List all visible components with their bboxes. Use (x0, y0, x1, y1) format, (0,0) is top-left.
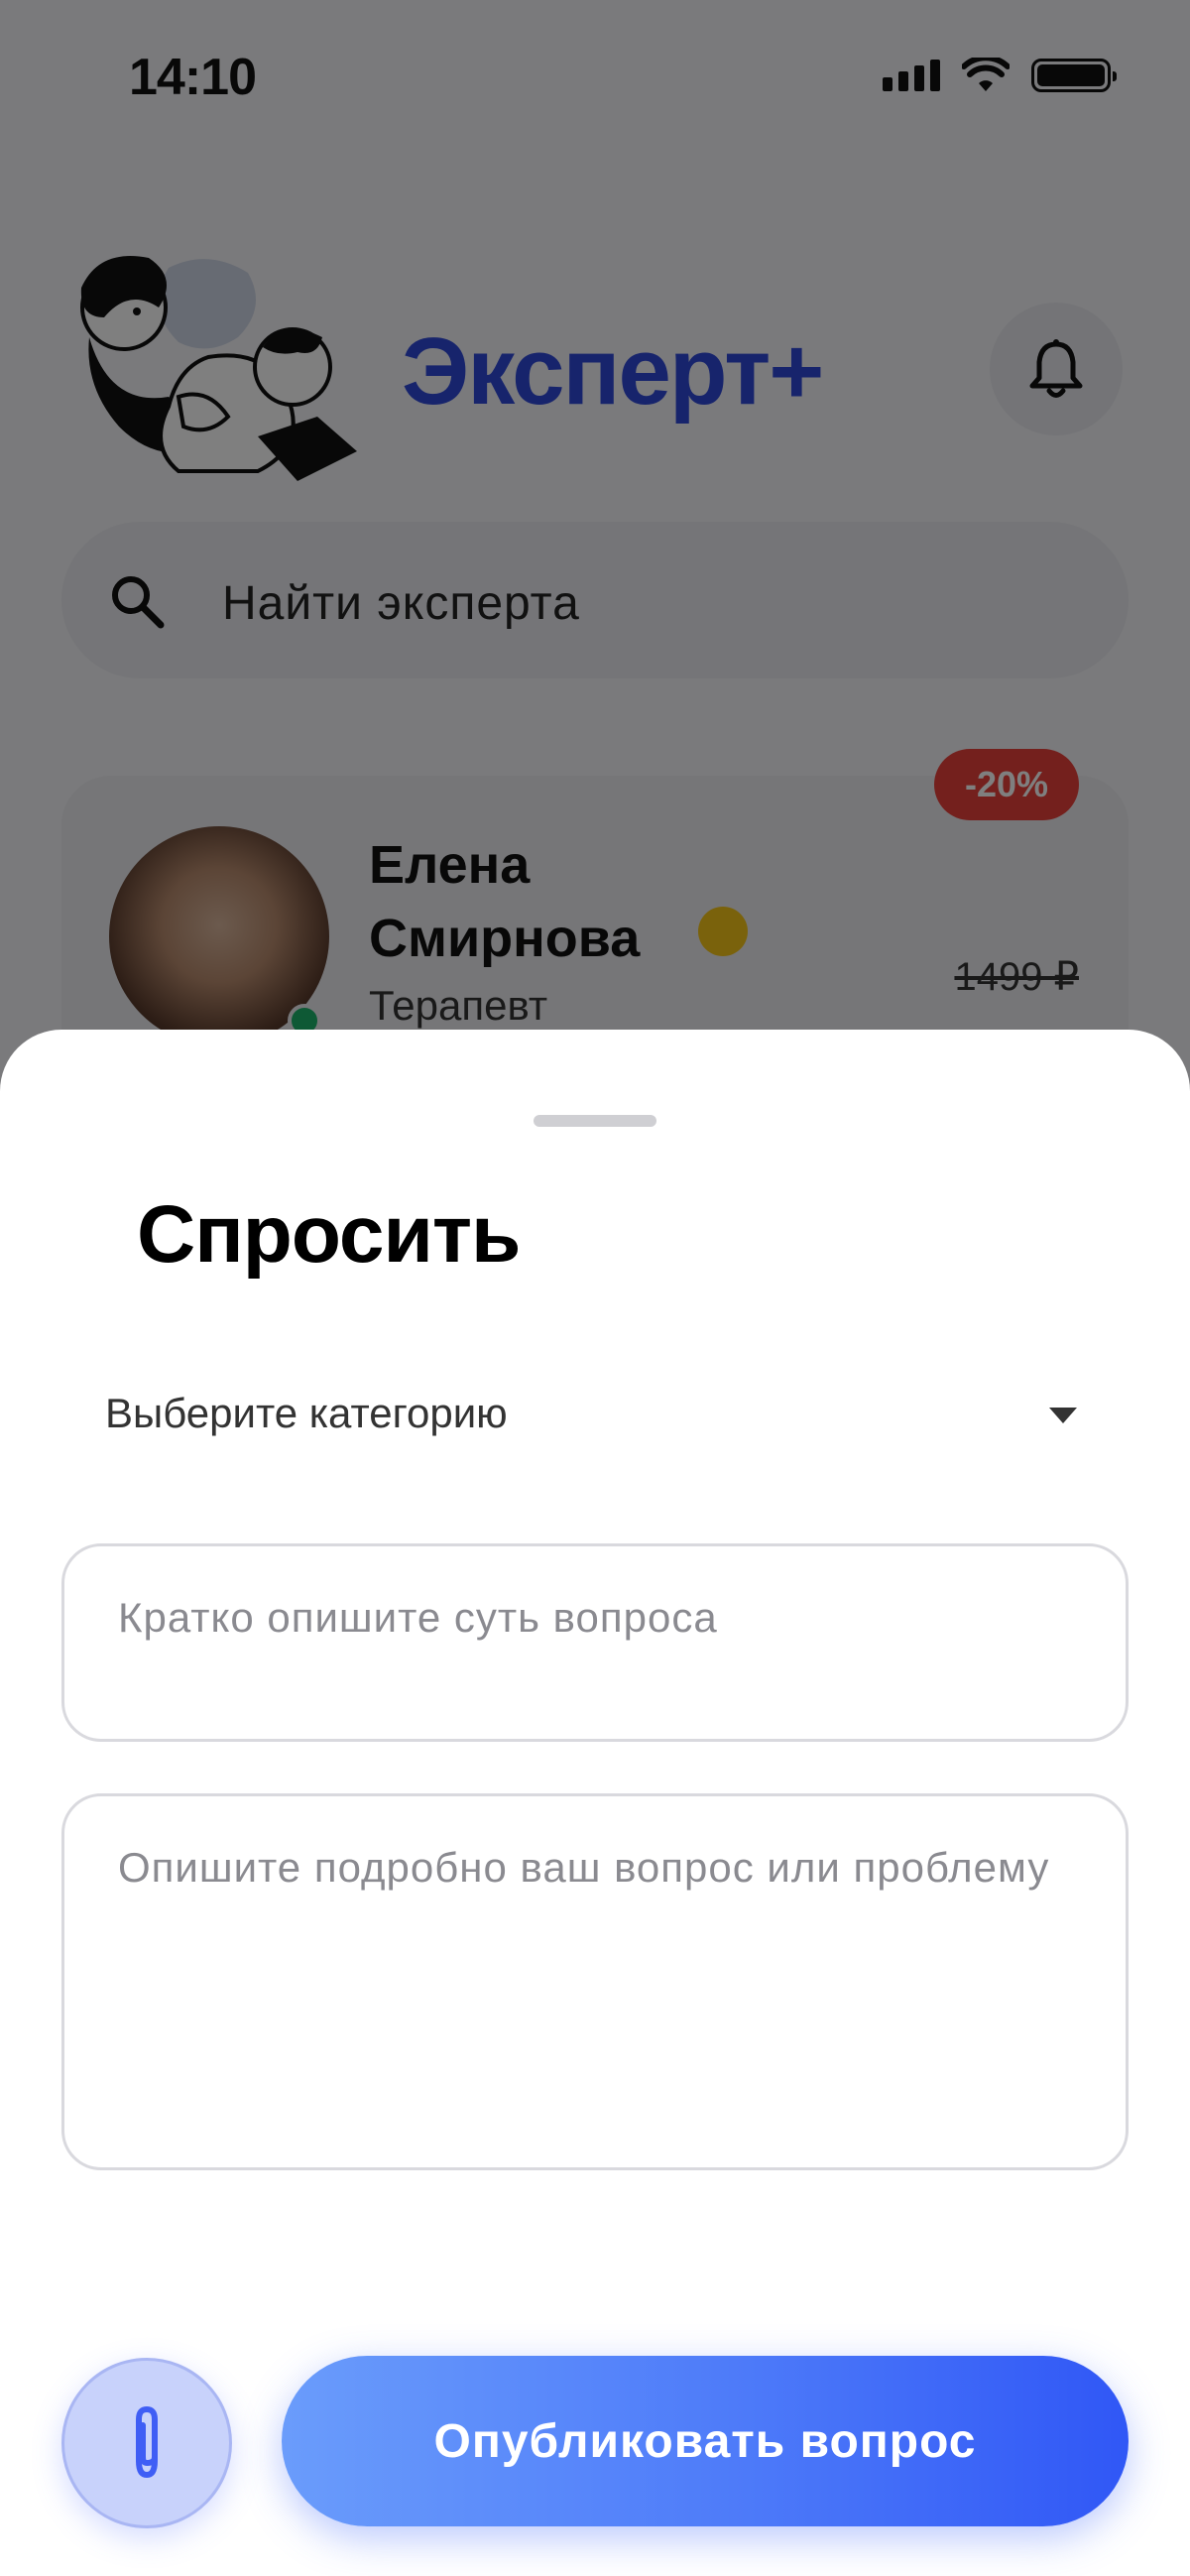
chevron-down-icon (1049, 1408, 1077, 1423)
sheet-title: Спросить (137, 1189, 521, 1280)
category-select-label: Выберите категорию (105, 1390, 508, 1436)
question-summary-placeholder: Кратко опишите суть вопроса (118, 1594, 718, 1641)
sheet-grabber[interactable] (534, 1115, 656, 1127)
question-details-placeholder: Опишите подробно ваш вопрос или проблему (118, 1844, 1050, 1891)
publish-question-button[interactable]: Опубликовать вопрос (282, 2356, 1129, 2526)
attach-file-button[interactable] (61, 2358, 232, 2528)
category-select[interactable]: Выберите категорию (61, 1374, 1129, 1463)
question-details-field[interactable]: Опишите подробно ваш вопрос или проблему (61, 1793, 1129, 2170)
question-summary-field[interactable]: Кратко опишите суть вопроса (61, 1543, 1129, 1742)
ask-question-sheet: Спросить Выберите категорию Кратко опиши… (0, 1030, 1190, 2576)
paperclip-icon (136, 2406, 158, 2478)
